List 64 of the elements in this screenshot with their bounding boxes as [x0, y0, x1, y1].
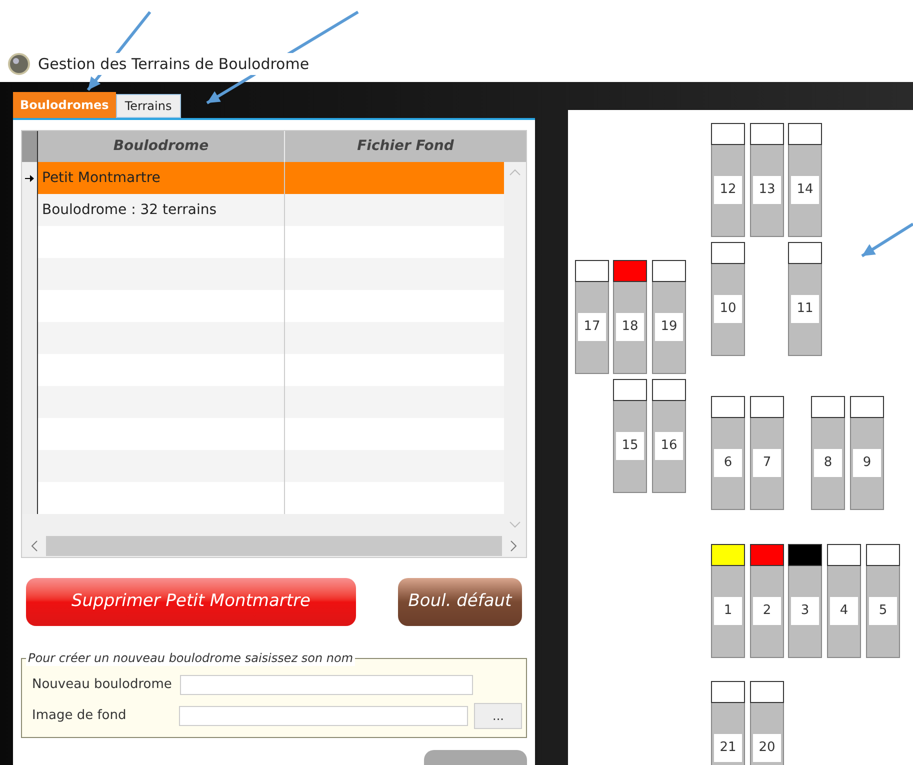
court-number: 1 — [714, 597, 742, 625]
court[interactable]: 3 — [788, 566, 822, 658]
court-number: 14 — [791, 176, 819, 204]
input-field[interactable] — [180, 675, 473, 695]
court[interactable]: 17 — [575, 282, 609, 374]
court-number: 3 — [791, 597, 819, 625]
court-number: 8 — [814, 449, 842, 477]
scroll-right-icon[interactable] — [510, 540, 518, 552]
court-number: 15 — [616, 432, 644, 460]
court-number: 6 — [714, 449, 742, 477]
court[interactable]: 10 — [711, 264, 745, 356]
column-header[interactable]: Fichier Fond — [285, 131, 526, 162]
row-pointer-icon — [25, 174, 34, 182]
annotation-arrow — [861, 222, 913, 258]
tab[interactable]: Terrains — [116, 94, 181, 118]
court-number: 9 — [853, 449, 881, 477]
court-number: 18 — [616, 313, 644, 341]
court[interactable]: 21 — [711, 703, 745, 765]
court-number: 17 — [578, 313, 606, 341]
court[interactable]: 13 — [750, 145, 784, 237]
court-number: 4 — [830, 597, 858, 625]
delete-button[interactable]: Supprimer Petit Montmartre — [26, 578, 356, 626]
court-number: 5 — [869, 597, 897, 625]
court[interactable]: 7 — [750, 418, 784, 510]
court-number: 12 — [714, 176, 742, 204]
court[interactable]: 2 — [750, 566, 784, 658]
court[interactable]: 4 — [827, 566, 861, 658]
court-number: 16 — [655, 432, 683, 460]
court[interactable]: 1 — [711, 566, 745, 658]
court-number: 2 — [753, 597, 781, 625]
court[interactable]: 9 — [850, 418, 884, 510]
input-field[interactable] — [178, 706, 468, 726]
browse-button[interactable]: ... — [474, 703, 522, 729]
court-number: 10 — [714, 295, 742, 323]
scroll-left-icon[interactable] — [30, 540, 38, 552]
court-number: 13 — [753, 176, 781, 204]
court[interactable]: 8 — [811, 418, 845, 510]
court[interactable]: 16 — [652, 401, 686, 493]
court[interactable]: 6 — [711, 418, 745, 510]
court[interactable]: 19 — [652, 282, 686, 374]
table-row[interactable]: Boulodrome : 32 terrains — [22, 194, 504, 226]
court[interactable]: 14 — [788, 145, 822, 237]
court[interactable]: 12 — [711, 145, 745, 237]
court-number: 19 — [655, 313, 683, 341]
row-header[interactable] — [22, 162, 38, 194]
table-cell-text: Boulodrome : 32 terrains — [42, 200, 217, 220]
window-title: Gestion des Terrains de Boulodrome — [38, 52, 310, 76]
group-legend: Pour créer un nouveau boulodrome saisissez son nom — [26, 650, 356, 666]
court-number: 20 — [753, 734, 781, 762]
court[interactable]: 11 — [788, 264, 822, 356]
court-number: 21 — [714, 734, 742, 762]
table-cell-text: Petit Montmartre — [42, 168, 160, 188]
court-number: 11 — [791, 295, 819, 323]
court[interactable]: 20 — [750, 703, 784, 765]
court[interactable]: 18 — [613, 282, 647, 374]
app-icon — [8, 53, 30, 75]
grid-corner — [22, 131, 38, 162]
court[interactable]: 15 — [613, 401, 647, 493]
table-row[interactable]: Petit Montmartre — [22, 162, 504, 194]
court-number: 7 — [753, 449, 781, 477]
field-label: Image de fond — [32, 707, 128, 726]
court[interactable]: 5 — [866, 566, 900, 658]
default-button[interactable]: Boul. défaut — [398, 578, 522, 626]
field-label: Nouveau boulodrome — [32, 676, 173, 694]
